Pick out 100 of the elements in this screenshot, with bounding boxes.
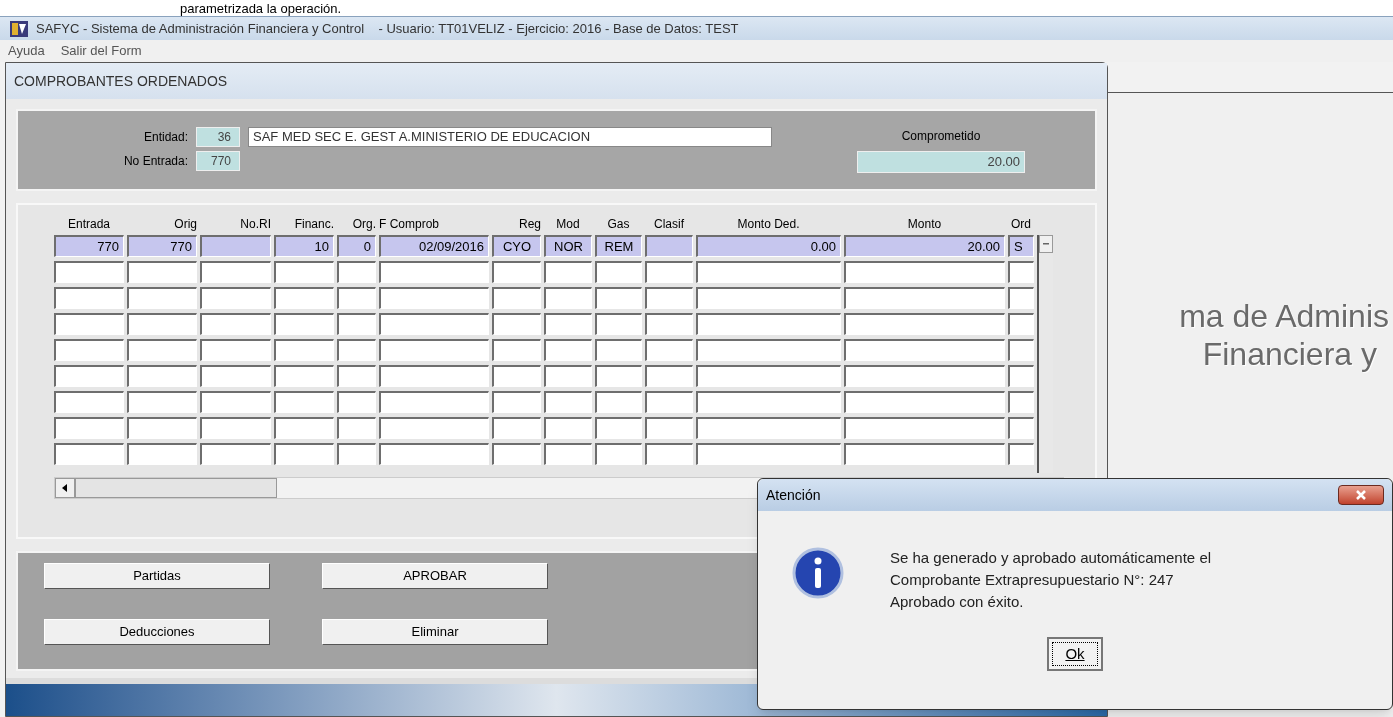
table-cell[interactable]: [200, 391, 271, 413]
table-cell[interactable]: [379, 287, 489, 309]
action-button[interactable]: Deducciones: [44, 619, 270, 645]
table-cell[interactable]: [200, 313, 271, 335]
table-cell[interactable]: [127, 287, 197, 309]
table-cell[interactable]: [274, 339, 334, 361]
table-cell[interactable]: S: [1008, 235, 1034, 257]
table-cell[interactable]: [337, 313, 376, 335]
table-cell[interactable]: [127, 365, 197, 387]
table-cell[interactable]: [492, 443, 541, 465]
table-cell[interactable]: 770: [127, 235, 197, 257]
table-cell[interactable]: [127, 417, 197, 439]
table-cell[interactable]: [544, 313, 592, 335]
table-cell[interactable]: [645, 261, 693, 283]
table-cell[interactable]: [127, 261, 197, 283]
table-cell[interactable]: [1008, 417, 1034, 439]
table-cell[interactable]: [127, 443, 197, 465]
table-cell[interactable]: [200, 261, 271, 283]
table-cell[interactable]: [200, 365, 271, 387]
table-cell[interactable]: [696, 287, 841, 309]
table-cell[interactable]: REM: [595, 235, 642, 257]
table-cell[interactable]: [337, 287, 376, 309]
table-cell[interactable]: [492, 261, 541, 283]
table-row[interactable]: 770 770 10 0 02/09/2016 CYO NOR REM 0.00 20.00 S: [54, 235, 1034, 257]
table-cell[interactable]: [696, 443, 841, 465]
table-cell[interactable]: [595, 443, 642, 465]
table-cell[interactable]: [127, 339, 197, 361]
table-cell[interactable]: [844, 339, 1005, 361]
table-cell[interactable]: [492, 417, 541, 439]
table-cell[interactable]: 0.00: [696, 235, 841, 257]
table-cell[interactable]: [54, 287, 124, 309]
table-cell[interactable]: [337, 391, 376, 413]
table-cell[interactable]: [379, 443, 489, 465]
table-cell[interactable]: [54, 417, 124, 439]
table-cell[interactable]: [274, 417, 334, 439]
scroll-left-icon[interactable]: [55, 478, 75, 498]
table-cell[interactable]: [595, 287, 642, 309]
entry-number-field[interactable]: 770: [196, 151, 240, 171]
table-cell[interactable]: [379, 417, 489, 439]
table-cell[interactable]: [645, 365, 693, 387]
entity-code-field[interactable]: 36: [196, 127, 240, 147]
table-cell[interactable]: [645, 339, 693, 361]
table-cell[interactable]: [1008, 287, 1034, 309]
table-cell[interactable]: [337, 365, 376, 387]
table-cell[interactable]: [1008, 261, 1034, 283]
table-cell[interactable]: [200, 443, 271, 465]
ok-button[interactable]: Ok: [1047, 637, 1103, 671]
table-cell[interactable]: [54, 365, 124, 387]
table-cell[interactable]: [1008, 391, 1034, 413]
table-cell[interactable]: [595, 417, 642, 439]
table-cell[interactable]: [844, 391, 1005, 413]
table-cell[interactable]: [337, 261, 376, 283]
table-cell[interactable]: 10: [274, 235, 334, 257]
table-cell[interactable]: [54, 443, 124, 465]
action-button[interactable]: Partidas: [44, 563, 270, 589]
table-cell[interactable]: [645, 417, 693, 439]
table-cell[interactable]: [379, 391, 489, 413]
table-cell[interactable]: [54, 313, 124, 335]
table-cell[interactable]: [645, 443, 693, 465]
table-cell[interactable]: [645, 391, 693, 413]
table-cell[interactable]: [274, 287, 334, 309]
table-cell[interactable]: [200, 417, 271, 439]
table-cell[interactable]: [200, 339, 271, 361]
table-cell[interactable]: [844, 287, 1005, 309]
table-cell[interactable]: [54, 261, 124, 283]
table-cell[interactable]: 770: [54, 235, 124, 257]
table-cell[interactable]: [595, 261, 642, 283]
table-cell[interactable]: [274, 443, 334, 465]
table-cell[interactable]: [544, 417, 592, 439]
table-cell[interactable]: [544, 443, 592, 465]
close-button[interactable]: [1338, 485, 1384, 505]
table-cell[interactable]: [492, 339, 541, 361]
table-cell[interactable]: [379, 313, 489, 335]
scrollbar-thumb[interactable]: [75, 478, 277, 498]
table-cell[interactable]: [696, 339, 841, 361]
action-button[interactable]: APROBAR: [322, 563, 548, 589]
table-cell[interactable]: CYO: [492, 235, 541, 257]
table-cell[interactable]: [544, 339, 592, 361]
committed-amount-field[interactable]: 20.00: [857, 151, 1025, 173]
entity-name-field[interactable]: SAF MED SEC E. GEST A.MINISTERIO DE EDUCACION: [248, 127, 772, 147]
table-cell[interactable]: [544, 261, 592, 283]
table-cell[interactable]: [645, 235, 693, 257]
table-cell[interactable]: [844, 365, 1005, 387]
table-cell[interactable]: NOR: [544, 235, 592, 257]
table-cell[interactable]: [1008, 443, 1034, 465]
menu-item[interactable]: Ayuda: [8, 41, 45, 61]
table-cell[interactable]: [379, 339, 489, 361]
table-cell[interactable]: [379, 261, 489, 283]
table-cell[interactable]: [127, 313, 197, 335]
table-cell[interactable]: [274, 313, 334, 335]
table-cell[interactable]: 20.00: [844, 235, 1005, 257]
menu-item[interactable]: Salir del Form: [60, 41, 142, 61]
table-cell[interactable]: [595, 313, 642, 335]
table-cell[interactable]: 02/09/2016: [379, 235, 489, 257]
table-cell[interactable]: [1008, 365, 1034, 387]
table-cell[interactable]: [379, 365, 489, 387]
table-cell[interactable]: [492, 287, 541, 309]
scroll-up-icon[interactable]: [1039, 235, 1053, 253]
table-cell[interactable]: [54, 339, 124, 361]
table-cell[interactable]: [696, 365, 841, 387]
